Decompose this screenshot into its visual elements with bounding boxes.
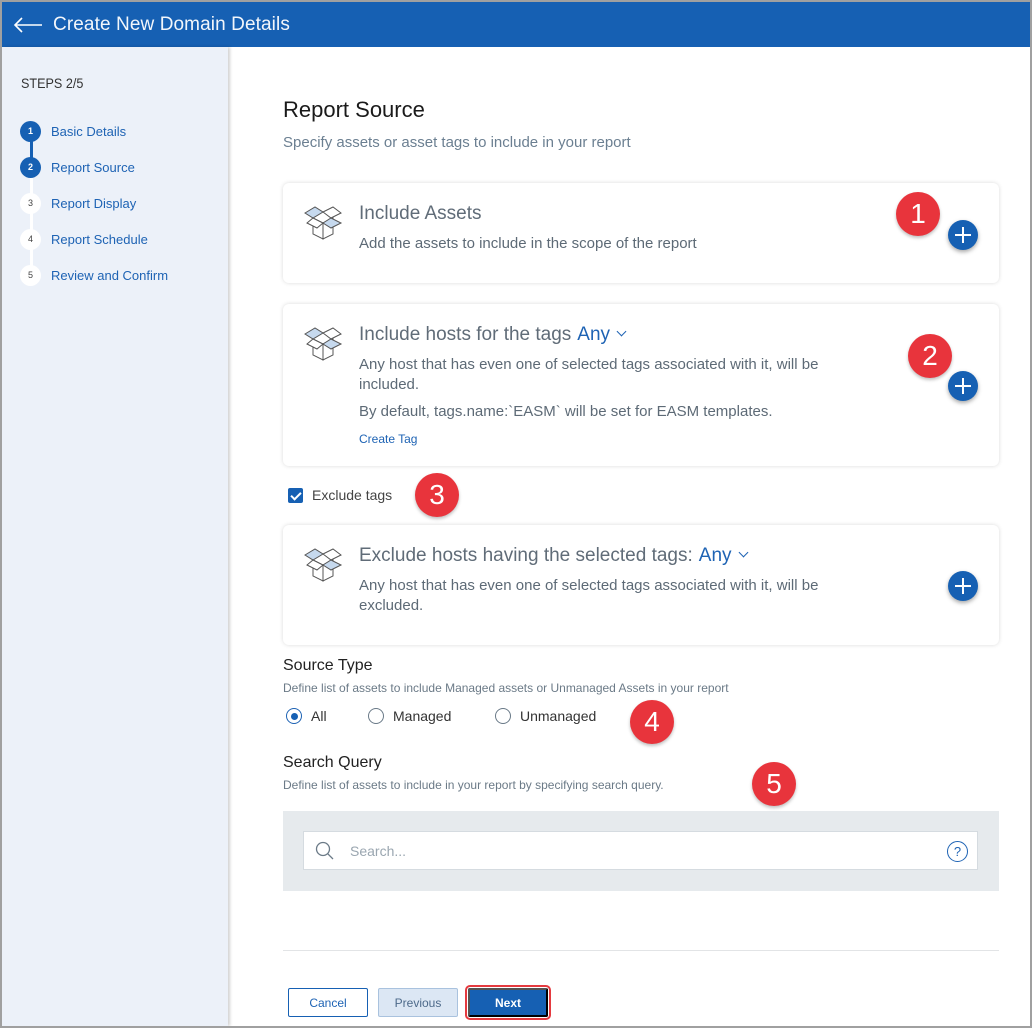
add-include-tags-button[interactable] xyxy=(948,371,978,401)
include-assets-card: Include Assets Add the assets to include… xyxy=(283,183,999,283)
source-type-radio-group: All Managed Unmanaged xyxy=(286,708,596,724)
search-box: ? xyxy=(303,831,978,870)
steps-counter: STEPS 2/5 xyxy=(21,75,84,91)
card-title-text: Exclude hosts having the selected tags: xyxy=(359,545,693,566)
step-report-source[interactable]: 2 Report Source xyxy=(20,156,135,178)
add-exclude-tags-button[interactable] xyxy=(948,571,978,601)
chevron-down-icon xyxy=(738,547,748,558)
step-track-line xyxy=(30,167,33,275)
search-query-description: Define list of assets to include in your… xyxy=(283,778,664,792)
add-assets-button[interactable] xyxy=(948,220,978,250)
step-label: Basic Details xyxy=(51,123,127,139)
search-icon xyxy=(315,841,334,859)
cancel-button[interactable]: Cancel xyxy=(288,988,368,1017)
step-label: Report Schedule xyxy=(51,231,148,247)
card-description: Any host that has even one of selected t… xyxy=(359,356,819,393)
exclude-match-dropdown[interactable]: Any xyxy=(698,545,748,566)
search-query-title: Search Query xyxy=(283,754,382,771)
step-report-schedule[interactable]: 4 Report Schedule xyxy=(20,228,148,250)
radio-label: Unmanaged xyxy=(520,708,597,724)
step-number: 1 xyxy=(20,120,41,142)
box-icon xyxy=(304,327,343,361)
card-title: Include hosts for the tags Any xyxy=(359,324,627,346)
step-review-and-confirm[interactable]: 5 Review and Confirm xyxy=(20,264,169,286)
app-window: Create New Domain Details STEPS 2/5 1 Ba… xyxy=(2,2,1030,1026)
exclude-tags-checkbox[interactable]: Exclude tags xyxy=(288,487,392,503)
arrow-left-icon xyxy=(13,16,42,33)
step-report-display[interactable]: 3 Report Display xyxy=(20,192,137,214)
header-bar: Create New Domain Details xyxy=(2,2,1030,47)
card-description: Any host that has even one of selected t… xyxy=(359,577,819,614)
annotation-badge: 5 xyxy=(752,762,796,806)
card-title: Exclude hosts having the selected tags: A… xyxy=(359,545,748,567)
main-content: Report Source Specify assets or asset ta… xyxy=(228,47,1030,1026)
match-value: Any xyxy=(577,324,611,345)
exclude-tags-card: Exclude hosts having the selected tags: A… xyxy=(283,525,999,645)
radio-managed[interactable]: Managed xyxy=(368,708,495,724)
page-title: Report Source xyxy=(283,97,425,122)
include-match-dropdown[interactable]: Any xyxy=(577,324,627,345)
back-button[interactable] xyxy=(6,2,50,47)
radio-selected-icon xyxy=(286,708,302,724)
step-label: Report Source xyxy=(51,159,135,175)
next-button[interactable]: Next xyxy=(465,985,551,1020)
step-number: 2 xyxy=(20,156,41,178)
include-tags-card: Include hosts for the tags Any Any host t… xyxy=(283,304,999,466)
search-input[interactable] xyxy=(350,842,930,859)
annotation-badge: 4 xyxy=(630,700,674,744)
step-basic-details[interactable]: 1 Basic Details xyxy=(20,120,127,142)
radio-unmanaged[interactable]: Unmanaged xyxy=(495,708,596,724)
card-note: By default, tags.name:`EASM` will be set… xyxy=(359,403,773,420)
step-label: Report Display xyxy=(51,195,137,211)
create-tag-link[interactable]: Create Tag xyxy=(359,432,417,446)
annotation-badge: 2 xyxy=(908,334,952,378)
card-title-text: Include hosts for the tags xyxy=(359,324,572,345)
box-icon xyxy=(304,548,343,582)
source-type-description: Define list of assets to include Managed… xyxy=(283,681,729,695)
previous-button[interactable]: Previous xyxy=(378,988,458,1017)
radio-unselected-icon xyxy=(495,708,511,724)
step-number: 3 xyxy=(20,192,41,214)
help-icon[interactable]: ? xyxy=(947,841,968,862)
checkbox-label: Exclude tags xyxy=(312,487,393,503)
step-label: Review and Confirm xyxy=(51,267,169,283)
chevron-down-icon xyxy=(616,326,627,337)
page-header-title: Create New Domain Details xyxy=(53,13,290,35)
page-subtitle: Specify assets or asset tags to include … xyxy=(283,134,631,151)
annotation-badge: 3 xyxy=(415,473,459,517)
step-number: 5 xyxy=(20,264,41,286)
card-description: Add the assets to include in the scope o… xyxy=(359,235,697,252)
match-value: Any xyxy=(698,545,732,566)
footer-divider xyxy=(283,950,999,951)
box-icon xyxy=(304,206,343,240)
radio-unselected-icon xyxy=(368,708,384,724)
annotation-badge: 1 xyxy=(896,192,940,236)
step-number: 4 xyxy=(20,228,41,250)
source-type-title: Source Type xyxy=(283,657,373,674)
search-panel: ? xyxy=(283,811,999,891)
checkbox-checked[interactable] xyxy=(288,487,303,503)
radio-label: All xyxy=(311,708,327,724)
radio-label: Managed xyxy=(393,708,452,724)
card-title: Include Assets xyxy=(359,203,482,224)
radio-all[interactable]: All xyxy=(286,708,368,724)
steps-sidebar: STEPS 2/5 1 Basic Details 2 Report Sourc… xyxy=(2,47,228,1026)
